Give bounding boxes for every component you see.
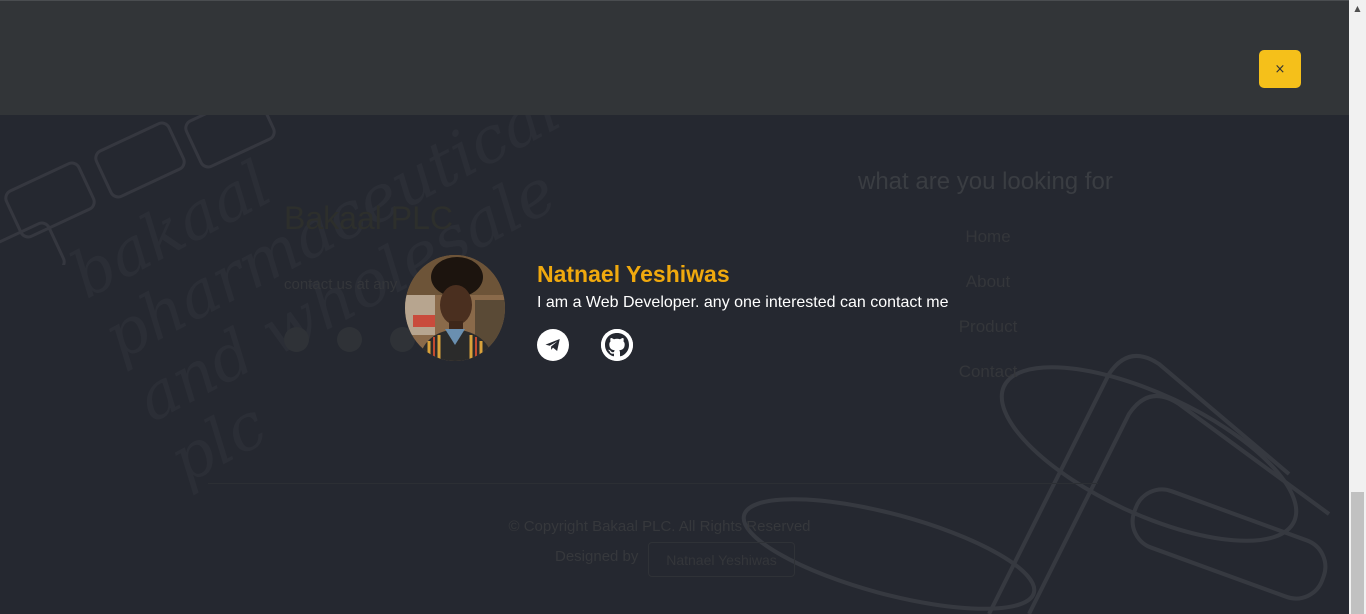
footer-nav: Home About Product Contact xyxy=(940,226,1036,406)
footer-nav-home[interactable]: Home xyxy=(940,226,1036,271)
profile-social-links xyxy=(537,329,633,361)
modal-header: × xyxy=(0,0,1349,115)
close-button[interactable]: × xyxy=(1259,50,1301,88)
footer-contact-text: contact us at any xyxy=(284,276,398,293)
profile-description: I am a Web Developer. any one interested… xyxy=(537,294,949,311)
facebook-icon[interactable] xyxy=(337,327,362,352)
footer-nav-product[interactable]: Product xyxy=(940,316,1036,361)
copyright-text: © Copyright Bakaal PLC. All Rights Reser… xyxy=(508,518,811,535)
footer-divider xyxy=(208,483,1098,484)
telegram-icon[interactable] xyxy=(284,327,309,352)
github-icon[interactable] xyxy=(601,329,633,361)
designer-link-button[interactable]: Natnael Yeshiwas xyxy=(648,542,795,577)
scroll-thumb[interactable] xyxy=(1351,492,1364,614)
telegram-icon[interactable] xyxy=(537,329,569,361)
footer-social-links xyxy=(284,327,415,352)
footer-nav-heading: what are you looking for xyxy=(858,168,1113,195)
footer-company-name: Bakaal PLC xyxy=(284,200,453,236)
profile-name: Natnael Yeshiwas xyxy=(537,261,730,287)
avatar xyxy=(405,255,505,361)
vertical-scrollbar[interactable]: ▲ xyxy=(1349,0,1366,614)
designed-by-label: Designed by xyxy=(555,548,639,565)
scroll-up-icon[interactable]: ▲ xyxy=(1349,0,1366,17)
footer-nav-about[interactable]: About xyxy=(940,271,1036,316)
footer-nav-contact[interactable]: Contact xyxy=(940,361,1036,406)
